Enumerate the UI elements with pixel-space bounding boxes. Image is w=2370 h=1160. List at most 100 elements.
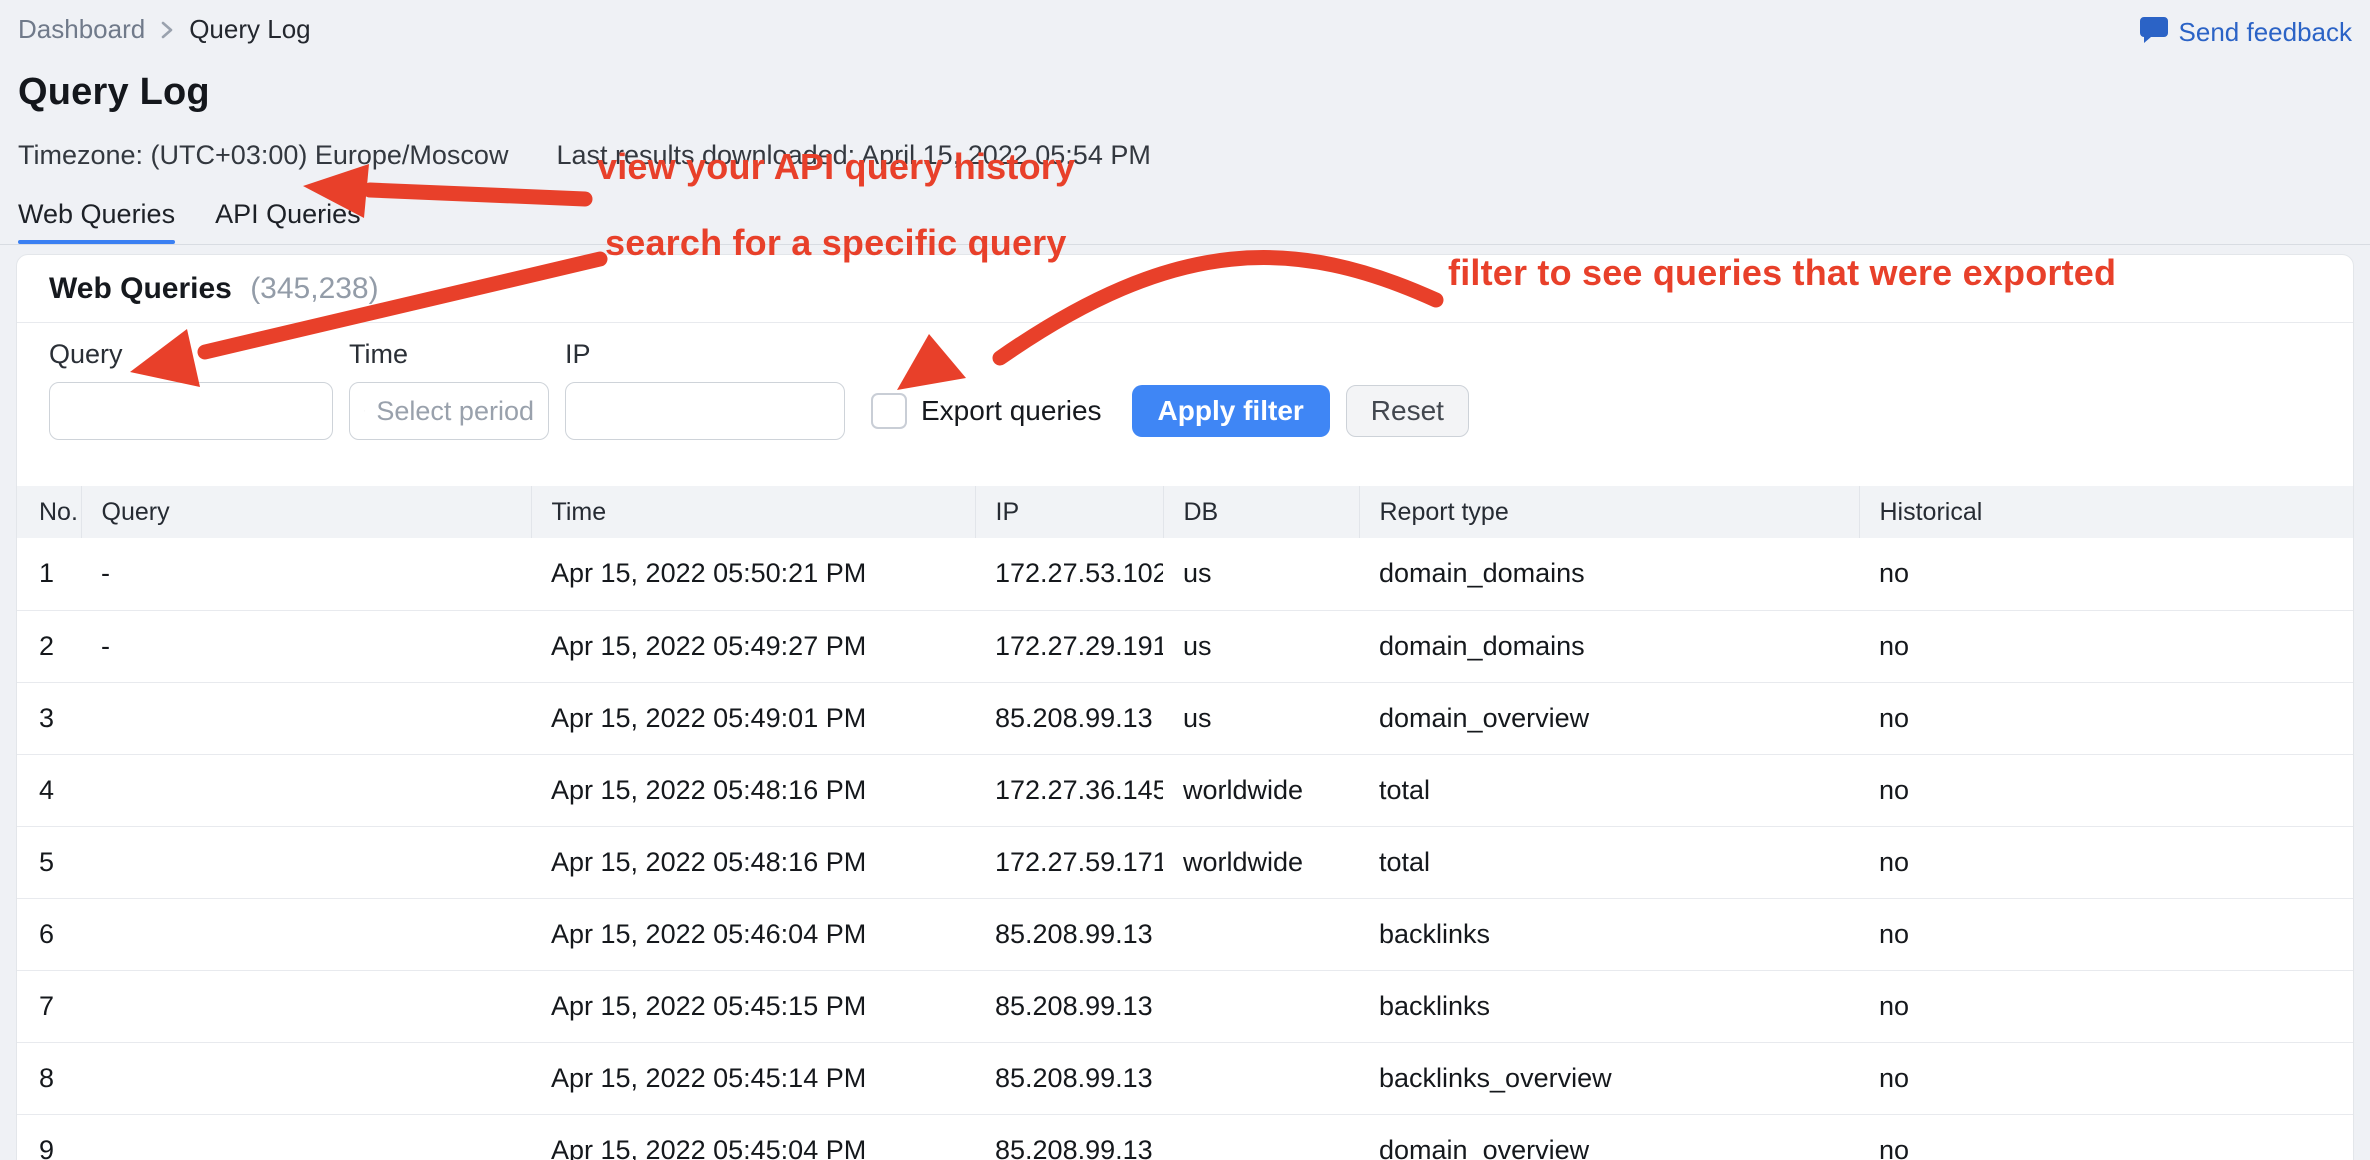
- table-row: 1-Apr 15, 2022 05:50:21 PM172.27.53.102u…: [17, 538, 2353, 610]
- table-row: 6 Apr 15, 2022 05:46:04 PM85.208.99.13 bac…: [17, 898, 2353, 970]
- card-header: Web Queries (345,238): [17, 255, 2353, 323]
- page-title: Query Log: [0, 51, 2370, 114]
- export-queries-checkbox[interactable]: [871, 393, 907, 429]
- table-cell: [1163, 970, 1359, 1042]
- table-cell: backlinks_overview: [1359, 1042, 1859, 1114]
- table-cell: 5: [17, 826, 81, 898]
- column-header-query: Query: [81, 486, 531, 538]
- table-cell: Apr 15, 2022 05:48:16 PM: [531, 826, 975, 898]
- table-cell: no: [1859, 1042, 2353, 1114]
- table-cell: [1163, 1042, 1359, 1114]
- table-cell: Apr 15, 2022 05:46:04 PM: [531, 898, 975, 970]
- table-cell: no: [1859, 1114, 2353, 1160]
- table-row: 3Apr 15, 2022 05:49:01 PM85.208.99.13usd…: [17, 682, 2353, 754]
- tabs: Web Queries API Queries: [0, 199, 2370, 245]
- table-row: 7Apr 15, 2022 05:45:15 PM85.208.99.13bac…: [17, 970, 2353, 1042]
- table-cell: -: [81, 538, 531, 610]
- table-cell: 172.27.53.102: [975, 538, 1163, 610]
- table-cell: no: [1859, 610, 2353, 682]
- table-cell: domain_overview: [1359, 1114, 1859, 1160]
- column-header-historical: Historical: [1859, 486, 2353, 538]
- table-cell: domain_domains: [1359, 610, 1859, 682]
- card-count: (345,238): [250, 272, 378, 305]
- table-cell: no: [1859, 970, 2353, 1042]
- table-cell: 85.208.99.13: [975, 970, 1163, 1042]
- export-queries-label: Export queries: [921, 395, 1102, 427]
- breadcrumb-item-dashboard[interactable]: Dashboard: [18, 14, 145, 45]
- table-cell: worldwide: [1163, 826, 1359, 898]
- card-title: Web Queries: [49, 272, 232, 305]
- table-cell: [81, 826, 531, 898]
- table-cell: domain_overview: [1359, 682, 1859, 754]
- column-header-time: Time: [531, 486, 975, 538]
- table-row: 9 Apr 15, 2022 05:45:04 PM85.208.99.13 dom…: [17, 1114, 2353, 1160]
- breadcrumb-item-current: Query Log: [189, 14, 310, 45]
- query-input[interactable]: [49, 382, 333, 440]
- table-cell: 85.208.99.13: [975, 1114, 1163, 1160]
- table-cell: 3: [17, 682, 81, 754]
- table-cell: Apr 15, 2022 05:50:21 PM: [531, 538, 975, 610]
- table-cell: [1163, 898, 1359, 970]
- table-cell: [81, 1042, 531, 1114]
- send-feedback-label: Send feedback: [2179, 17, 2352, 48]
- table-cell: 172.27.36.145: [975, 754, 1163, 826]
- table-cell: [81, 898, 531, 970]
- table-cell: [81, 754, 531, 826]
- time-period-select[interactable]: Select period: [349, 382, 549, 440]
- table-row: 2-Apr 15, 2022 05:49:27 PM172.27.29.191u…: [17, 610, 2353, 682]
- table-cell: no: [1859, 898, 2353, 970]
- tab-web-queries[interactable]: Web Queries: [18, 199, 175, 244]
- apply-filter-button[interactable]: Apply filter: [1132, 385, 1330, 437]
- column-header-report-type: Report type: [1359, 486, 1859, 538]
- time-period-placeholder: Select period: [376, 396, 534, 427]
- send-feedback-link[interactable]: Send feedback: [2139, 14, 2352, 51]
- table-cell: worldwide: [1163, 754, 1359, 826]
- table-cell: -: [81, 610, 531, 682]
- table-cell: 172.27.59.171: [975, 826, 1163, 898]
- column-header-db: DB: [1163, 486, 1359, 538]
- table-cell: 85.208.99.13: [975, 1042, 1163, 1114]
- column-header-no: No.: [17, 486, 81, 538]
- table-cell: Apr 15, 2022 05:45:04 PM: [531, 1114, 975, 1160]
- top-bar: Dashboard Query Log Send feedback: [0, 0, 2370, 51]
- queries-table: No.QueryTimeIPDBReport typeHistorical 1-…: [17, 486, 2353, 1160]
- table-cell: Apr 15, 2022 05:45:14 PM: [531, 1042, 975, 1114]
- table-cell: 6: [17, 898, 81, 970]
- chevron-right-icon: [159, 18, 175, 42]
- table-cell: [81, 1114, 531, 1160]
- tab-api-queries[interactable]: API Queries: [215, 199, 361, 244]
- table-header-row: No.QueryTimeIPDBReport typeHistorical: [17, 486, 2353, 538]
- filter-time-field: Time Select period: [349, 339, 549, 440]
- table-cell: Apr 15, 2022 05:49:27 PM: [531, 610, 975, 682]
- table-cell: total: [1359, 754, 1859, 826]
- table-cell: [81, 970, 531, 1042]
- table-cell: 4: [17, 754, 81, 826]
- table-cell: backlinks: [1359, 970, 1859, 1042]
- reset-button[interactable]: Reset: [1346, 385, 1469, 437]
- table-row: 5 Apr 15, 2022 05:48:16 PM172.27.59.171wo…: [17, 826, 2353, 898]
- table-cell: 85.208.99.13: [975, 682, 1163, 754]
- table-cell: 85.208.99.13: [975, 898, 1163, 970]
- filter-ip-label: IP: [565, 339, 845, 370]
- table-cell: 9: [17, 1114, 81, 1160]
- table-cell: backlinks: [1359, 898, 1859, 970]
- breadcrumb: Dashboard Query Log: [18, 14, 311, 45]
- table-cell: 8: [17, 1042, 81, 1114]
- table-row: 8 Apr 15, 2022 05:45:14 PM85.208.99.13 bac…: [17, 1042, 2353, 1114]
- table-cell: 7: [17, 970, 81, 1042]
- export-queries-group: Export queries: [871, 393, 1102, 429]
- tabs-divider: [0, 244, 2370, 245]
- table-cell: no: [1859, 826, 2353, 898]
- table-cell: us: [1163, 682, 1359, 754]
- column-header-ip: IP: [975, 486, 1163, 538]
- last-results-label: Last results downloaded: April 15, 2022 …: [556, 140, 1150, 171]
- filter-query-field: Query: [49, 339, 333, 440]
- table-cell: us: [1163, 538, 1359, 610]
- filter-ip-field: IP: [565, 339, 845, 440]
- filter-time-label: Time: [349, 339, 549, 370]
- ip-input[interactable]: [565, 382, 845, 440]
- filter-query-label: Query: [49, 339, 333, 370]
- table-cell: 172.27.29.191: [975, 610, 1163, 682]
- web-queries-card: Web Queries (345,238) Query Time Select …: [16, 254, 2354, 1160]
- table-row: 4Apr 15, 2022 05:48:16 PM172.27.36.145wo…: [17, 754, 2353, 826]
